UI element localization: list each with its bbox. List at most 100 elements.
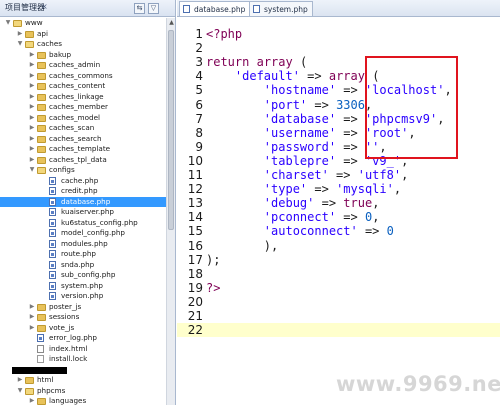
tree-folder-item[interactable]: ▶ languages	[0, 396, 166, 405]
tab-database-php[interactable]: database.php×	[179, 1, 260, 16]
code-line[interactable]: 16 ),	[177, 239, 500, 253]
tree-folder-item[interactable]: ▶ html	[0, 375, 166, 386]
watermark: www.9969.net	[336, 372, 500, 396]
file-icon	[37, 355, 44, 363]
tree-item-label: poster_js	[49, 301, 82, 311]
chevron-right-icon[interactable]: ▶	[28, 155, 36, 166]
chevron-right-icon[interactable]: ▶	[28, 113, 36, 124]
chevron-right-icon[interactable]: ▶	[28, 50, 36, 61]
code-text: 'pconnect' => 0,	[206, 210, 380, 224]
code-line[interactable]: 13 'debug' => true,	[177, 196, 500, 210]
tree-folder-item[interactable]: ▶ caches_commons	[0, 71, 166, 82]
tree-folder-item[interactable]: ▼ phpcms	[0, 386, 166, 397]
chevron-right-icon[interactable]: ▶	[28, 312, 36, 323]
tree-file-item[interactable]: snda.php	[0, 260, 166, 271]
tree-file-item[interactable]: install.lock	[0, 354, 166, 365]
code-token: =>	[357, 224, 387, 239]
chevron-right-icon[interactable]: ▶	[28, 134, 36, 145]
code-line[interactable]: 15 'autoconnect' => 0	[177, 224, 500, 238]
code-line[interactable]: 4 'default' => array (	[177, 69, 500, 83]
chevron-right-icon[interactable]: ▶	[28, 396, 36, 405]
code-line[interactable]: 12 'type' => 'mysqli',	[177, 182, 500, 196]
tree-folder-item[interactable]: ▶ caches_linkage	[0, 92, 166, 103]
chevron-right-icon[interactable]: ▶	[16, 29, 24, 40]
tree-file-item[interactable]: route.php	[0, 249, 166, 260]
code-area[interactable]: 1 <?php 2 3 return array (4 'default' => arr…	[177, 17, 500, 405]
tree-file-item[interactable]: database.php	[0, 196, 166, 207]
tree-folder-item[interactable]: ▶ vote_js	[0, 323, 166, 334]
chevron-right-icon[interactable]: ▶	[28, 71, 36, 82]
chevron-right-icon[interactable]: ▶	[28, 92, 36, 103]
tree-folder-item[interactable]: ▶ caches_search	[0, 134, 166, 145]
tree-file-item[interactable]: credit.php	[0, 186, 166, 197]
tree-folder-item[interactable]: ▶ caches_scan	[0, 123, 166, 134]
code-line[interactable]: 22	[177, 323, 500, 338]
code-line[interactable]: 21	[177, 309, 500, 323]
code-line[interactable]: 3 return array (	[177, 55, 500, 69]
tree-folder-item[interactable]: ▼ www	[0, 18, 166, 29]
chevron-down-icon[interactable]: ▼	[16, 386, 24, 397]
code-line[interactable]: 6 'port' => 3306,	[177, 98, 500, 112]
scrollbar-thumb[interactable]	[168, 30, 174, 230]
code-line[interactable]: 9 'password' => '',	[177, 140, 500, 154]
code-line[interactable]: 10 'tablepre' => 'v9_',	[177, 154, 500, 168]
code-line[interactable]: 11 'charset' => 'utf8',	[177, 168, 500, 182]
code-line[interactable]: 5 'hostname' => 'localhost',	[177, 83, 500, 97]
tree-folder-item[interactable]: ▶ caches_template	[0, 144, 166, 155]
code-token: =>	[299, 69, 329, 84]
link-editor-button[interactable]: ⇆	[134, 3, 145, 14]
chevron-right-icon[interactable]: ▶	[28, 144, 36, 155]
chevron-down-icon[interactable]: ▼	[16, 39, 24, 50]
chevron-right-icon[interactable]: ▶	[28, 302, 36, 313]
tree-file-item[interactable]: index.html	[0, 344, 166, 355]
tree-folder-item[interactable]: ▼ caches	[0, 39, 166, 50]
folder-icon	[37, 72, 46, 80]
tree-file-item[interactable]: kuaiserver.php	[0, 207, 166, 218]
tree-folder-item[interactable]: ▼ configs	[0, 165, 166, 176]
chevron-right-icon[interactable]: ▶	[28, 60, 36, 71]
chevron-right-icon[interactable]: ▶	[16, 375, 24, 386]
chevron-down-icon[interactable]: ▼	[28, 165, 36, 176]
chevron-right-icon[interactable]: ▶	[28, 123, 36, 134]
tree-item-label: modules.php	[61, 238, 108, 248]
code-line[interactable]: 7 'database' => 'phpcmsv9',	[177, 112, 500, 126]
code-line[interactable]: 19 ?>	[177, 281, 500, 295]
php-file-icon	[49, 260, 56, 269]
tree-file-item[interactable]: sub_config.php	[0, 270, 166, 281]
tree-file-item[interactable]: ku6status_config.php	[0, 218, 166, 229]
code-line[interactable]: 2	[177, 41, 500, 55]
line-number: 21	[187, 309, 203, 323]
tree-file-item[interactable]: error_log.php	[0, 333, 166, 344]
view-menu-button[interactable]: ▽	[148, 3, 159, 14]
code-line[interactable]: 14 'pconnect' => 0,	[177, 210, 500, 224]
tree-file-item[interactable]: model_config.php	[0, 228, 166, 239]
tree-file-item[interactable]: modules.php	[0, 239, 166, 250]
tree-file-item[interactable]: system.php	[0, 281, 166, 292]
tree-folder-item[interactable]: ▶ caches_admin	[0, 60, 166, 71]
tree-folder-item[interactable]: ▶ sessions	[0, 312, 166, 323]
tree-folder-item[interactable]: ▶ api	[0, 29, 166, 40]
tree-folder-item[interactable]: ▶ caches_model	[0, 113, 166, 124]
tab-system-php[interactable]: system.php	[249, 1, 313, 16]
redacted-item[interactable]	[0, 365, 166, 376]
tree-folder-item[interactable]: ▶ poster_js	[0, 302, 166, 313]
code-line[interactable]: 20	[177, 295, 500, 309]
folder-icon	[37, 114, 46, 122]
chevron-right-icon[interactable]: ▶	[28, 81, 36, 92]
tree-file-item[interactable]: version.php	[0, 291, 166, 302]
tree-folder-item[interactable]: ▶ caches_tpl_data	[0, 155, 166, 166]
code-line[interactable]: 1 <?php	[177, 27, 500, 41]
code-line[interactable]: 8 'username' => 'root',	[177, 126, 500, 140]
code-line[interactable]: 18	[177, 267, 500, 281]
explorer-scrollbar[interactable]: ▲	[166, 18, 175, 405]
chevron-right-icon[interactable]: ▶	[28, 323, 36, 334]
chevron-right-icon[interactable]: ▶	[28, 102, 36, 113]
tree-folder-item[interactable]: ▶ caches_content	[0, 81, 166, 92]
scroll-up-arrow-icon[interactable]: ▲	[167, 18, 175, 27]
chevron-down-icon[interactable]: ▼	[4, 18, 12, 29]
tree-folder-item[interactable]: ▶ bakup	[0, 50, 166, 61]
tree-file-item[interactable]: cache.php	[0, 176, 166, 187]
code-line[interactable]: 17);	[177, 253, 500, 267]
explorer-close-button[interactable]: ×	[41, 2, 48, 11]
tree-folder-item[interactable]: ▶ caches_member	[0, 102, 166, 113]
